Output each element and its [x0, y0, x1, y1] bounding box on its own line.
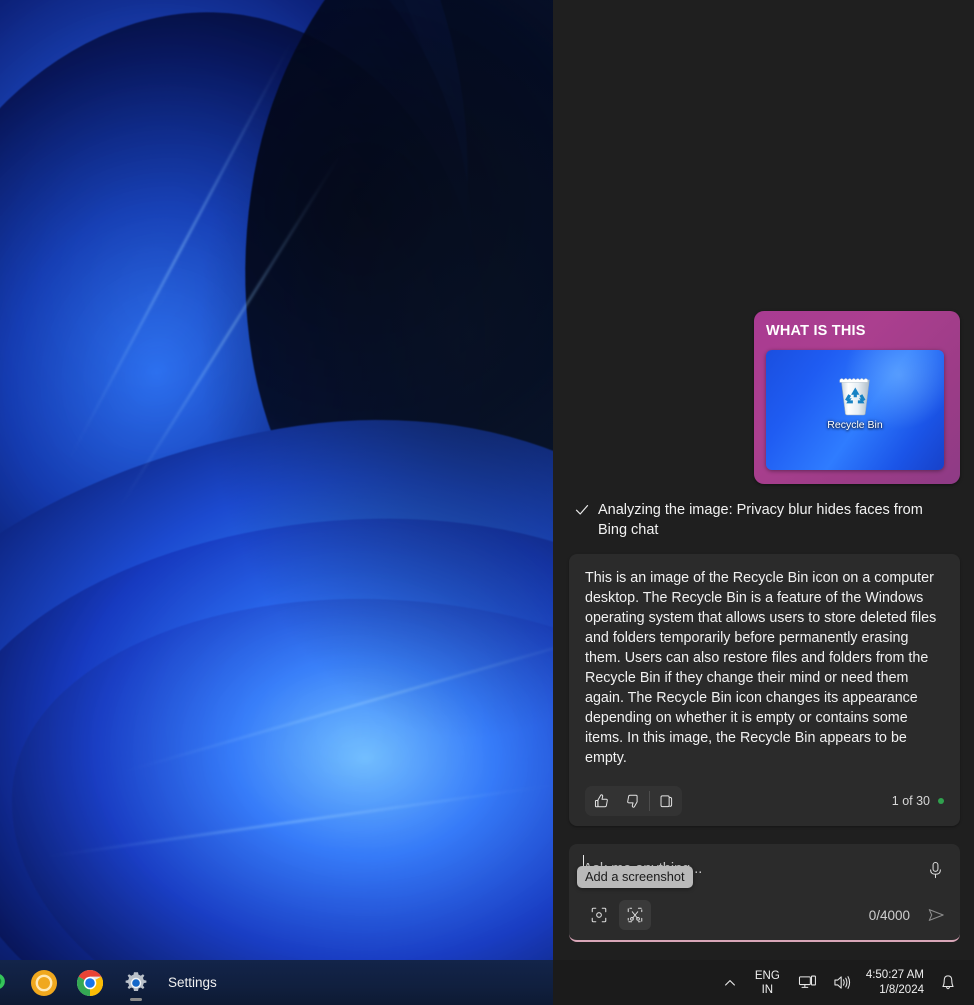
screenshot-snip-icon: [626, 906, 644, 924]
taskbar-app-area: N: [0, 960, 553, 1005]
composer-right-group: 0/4000: [869, 903, 948, 927]
composer-tool-group: [583, 900, 651, 930]
volume-button[interactable]: [825, 963, 860, 1003]
visual-search-icon: [590, 906, 608, 924]
response-action-bar: 1 of 30: [585, 784, 944, 816]
copy-button[interactable]: [650, 786, 682, 816]
screenshot-snip-button[interactable]: [619, 900, 651, 930]
gear-icon: [122, 969, 150, 997]
bell-icon: [940, 974, 956, 991]
language-indicator[interactable]: ENG IN: [745, 969, 790, 997]
thumbs-down-button[interactable]: [617, 786, 649, 816]
feedback-button-group: [585, 786, 682, 816]
clock[interactable]: 4:50:27 AM 1/8/2024: [860, 968, 932, 998]
user-message: WHAT IS THIS: [569, 311, 960, 484]
check-icon: [575, 503, 589, 522]
response-page-count: 1 of 30: [892, 794, 930, 808]
composer-toolbar: 0/4000: [583, 900, 948, 930]
visual-search-button[interactable]: [583, 900, 615, 930]
character-counter: 0/4000: [869, 908, 910, 923]
response-page-indicator: 1 of 30: [892, 794, 944, 808]
recycle-bin-label: Recycle Bin: [827, 419, 882, 431]
taskbar: N: [0, 960, 974, 1005]
microphone-icon: [928, 861, 943, 880]
app-partial-icon: N: [0, 969, 8, 997]
assistant-response-text: This is an image of the Recycle Bin icon…: [585, 568, 944, 768]
send-button[interactable]: [924, 903, 948, 927]
chat-message-list[interactable]: WHAT IS THIS: [553, 0, 974, 844]
clock-time: 4:50:27 AM: [866, 968, 924, 983]
composer-box[interactable]: 0/4000 Add a screenshot: [569, 844, 960, 942]
user-message-bubble: WHAT IS THIS: [754, 311, 960, 484]
recycle-bin-icon: [834, 370, 876, 416]
clock-date: 1/8/2024: [879, 983, 924, 998]
wallpaper-vignette: [0, 0, 553, 960]
analysis-status: Analyzing the image: Privacy blur hides …: [569, 500, 960, 540]
volume-icon: [833, 974, 852, 991]
analysis-status-text: Analyzing the image: Privacy blur hides …: [598, 500, 948, 540]
language-secondary: IN: [762, 983, 774, 997]
screen: WHAT IS THIS: [0, 0, 974, 1005]
system-tray: ENG IN 4:50:27: [553, 960, 974, 1005]
taskbar-app-chrome[interactable]: [70, 963, 110, 1003]
taskbar-app-orange-ring[interactable]: [24, 963, 64, 1003]
bing-chat-panel: WHAT IS THIS: [553, 0, 974, 960]
desktop-wallpaper[interactable]: [0, 0, 553, 960]
network-icon: [798, 974, 817, 991]
taskbar-settings-label[interactable]: Settings: [168, 975, 217, 990]
show-hidden-icons-button[interactable]: [715, 963, 745, 1003]
chevron-up-icon: [723, 976, 737, 990]
network-button[interactable]: [790, 963, 825, 1003]
status-dot: [938, 798, 944, 804]
taskbar-app-settings[interactable]: [116, 963, 156, 1003]
notifications-button[interactable]: [932, 963, 964, 1003]
user-message-text: WHAT IS THIS: [766, 323, 948, 339]
assistant-response-card: This is an image of the Recycle Bin icon…: [569, 554, 960, 826]
taskbar-app-partial[interactable]: N: [0, 963, 8, 1003]
thumbs-down-icon: [625, 793, 642, 810]
app-orange-ring-icon: [29, 968, 59, 998]
thumbs-up-button[interactable]: [585, 786, 617, 816]
thumbs-up-icon: [593, 793, 610, 810]
copy-icon: [658, 793, 675, 810]
chrome-icon: [75, 968, 105, 998]
active-app-indicator: [130, 998, 142, 1001]
composer-area: 0/4000 Add a screenshot: [553, 844, 974, 960]
attached-screenshot-thumbnail[interactable]: Recycle Bin: [766, 350, 944, 470]
screenshot-tooltip: Add a screenshot: [577, 866, 693, 888]
microphone-button[interactable]: [922, 858, 948, 882]
recycle-bin-group: Recycle Bin: [827, 370, 882, 431]
language-primary: ENG: [755, 969, 780, 983]
send-icon: [926, 906, 946, 924]
